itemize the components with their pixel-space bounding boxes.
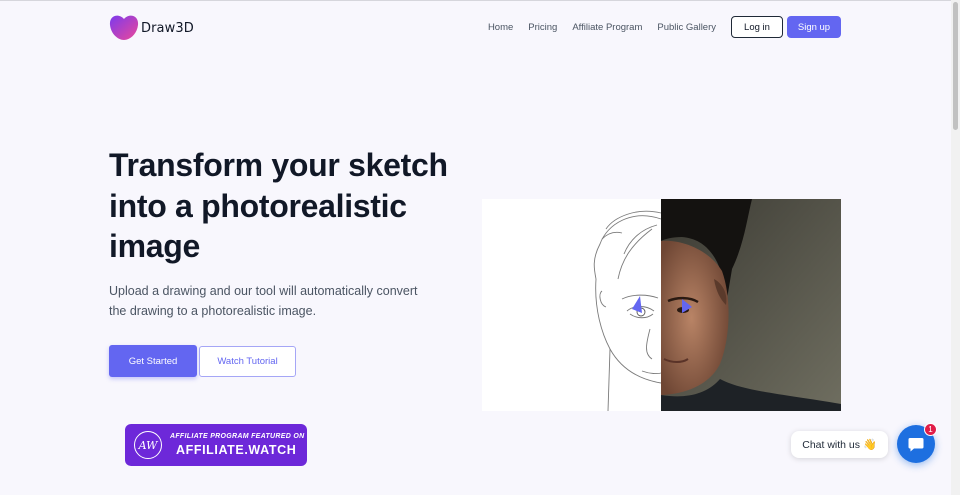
signup-button[interactable]: Sign up (787, 16, 841, 38)
wave-icon: 👋 (863, 439, 877, 451)
unread-count-badge: 1 (924, 423, 937, 436)
affiliate-watch-badge[interactable]: AW AFFILIATE PROGRAM FEATURED ON AFFILIA… (125, 424, 307, 466)
chat-prompt[interactable]: Chat with us 👋 (791, 431, 888, 458)
main-nav: Home Pricing Affiliate Program Public Ga… (488, 16, 841, 38)
hero-title: Transform your sketch into a photorealis… (109, 147, 448, 264)
sketch-to-photo-image (482, 199, 841, 411)
get-started-button[interactable]: Get Started (109, 345, 197, 377)
watch-tutorial-button[interactable]: Watch Tutorial (199, 346, 296, 377)
heart-logo-icon (109, 15, 139, 40)
nav-link-home[interactable]: Home (488, 22, 513, 33)
affiliate-badge-caption: AFFILIATE PROGRAM FEATURED ON (170, 433, 305, 440)
nav-link-gallery[interactable]: Public Gallery (657, 22, 716, 33)
chat-icon (908, 437, 924, 451)
nav-link-affiliate[interactable]: Affiliate Program (572, 22, 642, 33)
scrollbar-thumb[interactable] (953, 2, 958, 130)
affiliate-watch-logo-icon: AW (134, 431, 162, 459)
brand-name: Draw3D (141, 20, 194, 36)
portrait-comparison-icon (482, 199, 841, 411)
page-scrollbar[interactable] (951, 0, 960, 495)
nav-link-pricing[interactable]: Pricing (528, 22, 557, 33)
brand-logo[interactable]: Draw3D (109, 14, 194, 42)
login-button[interactable]: Log in (731, 16, 783, 38)
site-header: Draw3D Home Pricing Affiliate Program Pu… (0, 0, 951, 56)
affiliate-badge-site: AFFILIATE.WATCH (176, 443, 297, 457)
affiliate-badge-text: AFFILIATE PROGRAM FEATURED ON AFFILIATE.… (170, 433, 304, 457)
hero-subtitle: Upload a drawing and our tool will autom… (109, 284, 418, 318)
chat-prompt-text: Chat with us (802, 438, 861, 451)
